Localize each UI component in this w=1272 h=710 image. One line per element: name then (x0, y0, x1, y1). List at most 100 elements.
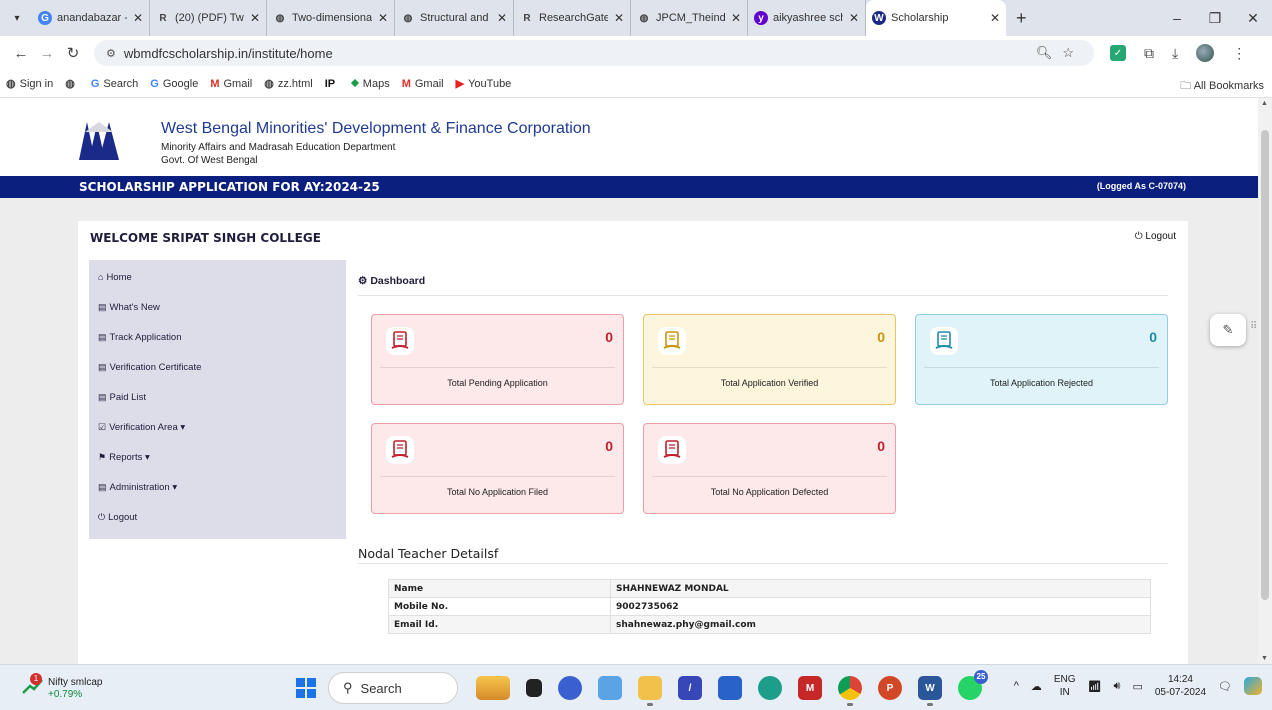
edge-icon[interactable] (758, 676, 782, 700)
scrollbar-thumb[interactable] (1261, 130, 1269, 600)
sidebar-item[interactable]: ▤ Paid List (89, 390, 346, 420)
whiteboard-icon[interactable]: / (678, 676, 702, 700)
chevron-up-icon[interactable]: ^ (1014, 680, 1019, 692)
logged-as-label: (Logged As C-07074) (1096, 181, 1186, 191)
sidebar-item-label: Logout (108, 512, 138, 523)
url-input[interactable]: ⚙ wbmdfcscholarship.in/institute/home 🔍︎… (94, 40, 1094, 66)
people-icon[interactable] (476, 676, 510, 700)
sidebar-item[interactable]: ▤ Track Application (89, 330, 346, 360)
scroll-down-icon[interactable]: ▼ (1261, 655, 1268, 662)
tab-close-icon[interactable]: ✕ (731, 11, 741, 25)
bookmark-item[interactable]: ◍ zz.html (264, 77, 312, 91)
browser-tab[interactable]: R ResearchGate ✕ (514, 0, 631, 36)
bookmark-item[interactable]: ⬥ Maps (351, 77, 390, 90)
cloud-icon[interactable]: ☁ (1031, 680, 1042, 693)
copilot-icon[interactable] (1244, 677, 1262, 695)
tab-close-icon[interactable]: ✕ (250, 11, 260, 25)
back-icon[interactable]: ← (8, 45, 34, 62)
tab-close-icon[interactable]: ✕ (378, 11, 388, 25)
stat-card[interactable]: 0 Total Application Verified (643, 314, 896, 405)
clock[interactable]: 14:24 05-07-2024 (1155, 673, 1206, 699)
browser-tab[interactable]: y aikyashree schol ✕ (748, 0, 866, 36)
bookmark-item[interactable]: M Gmail (210, 77, 252, 90)
file-explorer-icon[interactable] (638, 676, 662, 706)
tab-close-icon[interactable]: ✕ (990, 11, 1000, 25)
tab-close-icon[interactable]: ✕ (133, 11, 143, 25)
powerpoint-icon[interactable]: P (878, 676, 902, 700)
stat-card[interactable]: 0 Total Application Rejected (915, 314, 1168, 405)
reload-icon[interactable]: ↻ (60, 44, 86, 62)
snip-tool-icon[interactable] (598, 676, 622, 700)
zoom-bookmark-icons[interactable]: 🔍︎☆ (1036, 45, 1084, 61)
tab-label: Scholarship (891, 12, 949, 24)
scroll-up-icon[interactable]: ▲ (1261, 100, 1268, 107)
battery-icon[interactable]: ▭ (1132, 680, 1142, 693)
sidebar-item[interactable]: ☑ Verification Area ▾ (89, 420, 346, 450)
all-bookmarks-button[interactable]: 🗀︎ All Bookmarks (1180, 77, 1264, 96)
bookmark-item[interactable]: G Search (91, 77, 138, 90)
chat-icon[interactable] (558, 676, 582, 700)
browser-tab[interactable]: Ganandabazar - G ✕ (32, 0, 150, 36)
card-value: 0 (877, 329, 885, 345)
word-icon[interactable]: W (918, 676, 942, 706)
wifi-icon[interactable]: 📶︎ (1088, 680, 1102, 693)
floating-extension-button[interactable]: ✎ (1210, 314, 1246, 346)
bookmark-item[interactable]: ◍ (65, 77, 79, 90)
whatsapp-icon[interactable]: 25 (958, 670, 988, 700)
new-tab-button[interactable]: + (1006, 8, 1037, 29)
tab-close-icon[interactable]: ✕ (614, 11, 624, 25)
task-view-icon[interactable] (526, 679, 542, 697)
browser-tab[interactable]: ◍ Two-dimensiona ✕ (267, 0, 395, 36)
page-scrollbar[interactable]: ▲ ▼ (1258, 98, 1272, 664)
bookmark-item[interactable]: G Google (150, 77, 198, 90)
sidebar-item[interactable]: ⚑ Reports ▾ (89, 450, 346, 480)
drag-handle-icon[interactable]: ⠿ (1250, 321, 1257, 332)
tab-close-icon[interactable]: ✕ (497, 11, 507, 25)
forward-icon[interactable]: → (34, 45, 60, 62)
window-controls: – ❐ ✕ (1158, 0, 1272, 36)
bookmarks-bar: ◍ Sign in ◍ G Search G Google M Gmail ◍ zz.html IP ⬥… (0, 70, 1272, 98)
bookmark-item[interactable]: M Gmail (402, 77, 444, 90)
browser-tab[interactable]: ◍ JPCM_Theinduc ✕ (631, 0, 748, 36)
sidebar-item[interactable]: ⌂ Home (89, 270, 346, 300)
close-window-icon[interactable]: ✕ (1234, 10, 1272, 27)
sidebar-item[interactable]: ▤ Verification Certificate (89, 360, 346, 390)
stat-card[interactable]: 0 Total No Application Filed (371, 423, 624, 514)
chrome-icon[interactable] (838, 676, 862, 706)
browser-tab[interactable]: W Scholarship ✕ (866, 0, 1006, 36)
bookmark-item[interactable]: ◍ Sign in (6, 77, 53, 91)
minimize-icon[interactable]: – (1158, 10, 1196, 26)
restore-icon[interactable]: ❐ (1196, 10, 1234, 27)
site-info-icon[interactable]: ⚙ (106, 47, 116, 60)
sidebar-item[interactable]: ▤ Administration ▾ (89, 480, 346, 510)
download-icon[interactable]: ⤓ (1172, 45, 1178, 62)
stock-widget[interactable]: 1 Nifty smlcap +0.79% (22, 673, 102, 701)
globe-icon: ◍ (639, 12, 649, 24)
bookmark-item[interactable]: ▶ YouTube (456, 77, 512, 91)
notification-icon[interactable]: 🗨︎ (1218, 680, 1232, 693)
tab-close-icon[interactable]: ✕ (849, 11, 859, 25)
windows-start-icon[interactable] (296, 678, 316, 698)
browser-tab[interactable]: ◍ Structural and el ✕ (395, 0, 514, 36)
tab-search-menu-icon[interactable]: ▾ (6, 7, 28, 29)
extension-icon[interactable]: ✓ (1110, 45, 1126, 61)
browser-menu-icon[interactable]: ⋮ (1232, 45, 1246, 62)
bookmark-item[interactable]: IP (325, 77, 339, 90)
sidebar-item[interactable]: ⏻ Logout (89, 510, 346, 540)
card-label: Total Application Rejected (989, 378, 1094, 388)
stat-card[interactable]: 0 Total Pending Application (371, 314, 624, 405)
extensions-puzzle-icon[interactable]: ⧉ (1144, 45, 1154, 62)
logout-link[interactable]: ⏻ Logout (1135, 231, 1176, 242)
sidebar-item[interactable]: ▤ What's New (89, 300, 346, 330)
browser-tab[interactable]: R (20) (PDF) Two-d ✕ (150, 0, 267, 36)
volume-icon[interactable]: 🔊︎ (1114, 680, 1121, 693)
taskbar-search[interactable]: ⚲ Search (328, 672, 458, 704)
language-indicator[interactable]: ENG IN (1054, 673, 1076, 699)
profile-avatar[interactable] (1196, 44, 1215, 62)
store-icon[interactable] (718, 676, 742, 700)
bookmark-label: Search (103, 77, 139, 90)
site-header: West Bengal Minorities' Development & Fi… (0, 98, 1258, 176)
card-value: 0 (877, 438, 885, 454)
mcafee-icon[interactable]: M (798, 676, 822, 700)
stat-card[interactable]: 0 Total No Application Defected (643, 423, 896, 514)
